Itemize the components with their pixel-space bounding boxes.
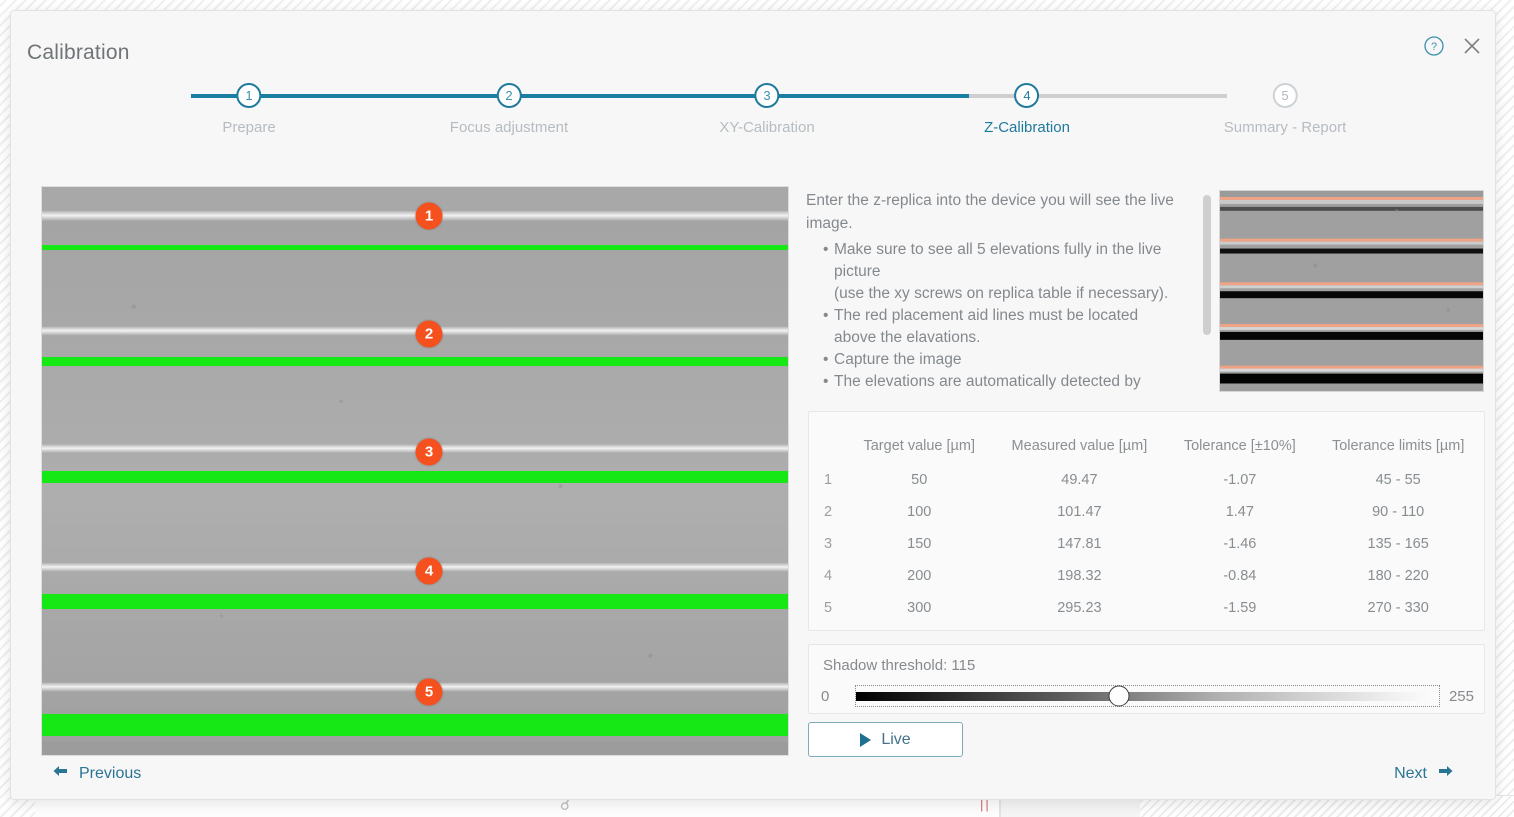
sidebar-item-focus-adjustment[interactable]: 2 Focus adjustment [450,83,568,136]
detection-line-3 [42,471,788,483]
shadow-threshold-row: 0 255 [821,685,1474,707]
calibration-stepper: 1 Prepare 2 Focus adjustment 3 XY-Calibr… [191,83,1346,143]
instructions-panel: Enter the z-replica into the device you … [806,189,1211,394]
sidebar-item-summary-report[interactable]: 5 Summary - Report [1223,83,1347,136]
detection-line-4 [42,594,788,609]
measurement-table: Target value [µm] Measured value [µm] To… [809,412,1484,624]
column-header-index [809,412,847,464]
cell-measured: 198.32 [1057,568,1102,584]
step-number-1: 1 [236,83,262,108]
table-row[interactable]: 1 50 49.47 -1.07 45 - 55 [809,464,1484,496]
cell-tolerance: 1.47 [1225,504,1254,520]
cell-target: 300 [907,600,932,616]
close-icon[interactable] [1461,35,1483,57]
slider-max-label: 255 [1448,687,1474,705]
step-label-prepare: Prepare [222,119,276,136]
page-title: Calibration [27,41,130,64]
instructions-scrollbar[interactable] [1203,195,1211,335]
live-button-label: Live [881,730,911,748]
column-header-target-value: Target value [µm] [863,438,975,454]
elevation-badge-3: 3 [415,438,443,466]
table-row[interactable]: 5 300 295.23 -1.59 270 - 330 [809,592,1484,624]
detection-line-5 [42,714,788,736]
instructions-bullet-list: Make sure to see all 5 elevations fully … [806,239,1211,394]
header-actions: ? [1423,35,1483,57]
step-number-3: 3 [754,83,780,108]
step-label-summary-report: Summary - Report [1223,119,1347,136]
column-header-measured-value: Measured value [µm] [1011,438,1148,454]
cell-measured: 147.81 [1057,536,1102,552]
cell-limits: 270 - 330 [1367,600,1429,616]
cell-limits: 90 - 110 [1372,504,1425,520]
cell-index: 1 [823,472,833,488]
sidebar-item-prepare[interactable]: 1 Prepare [222,83,276,136]
cell-tolerance: -0.84 [1223,568,1257,584]
cell-index: 4 [823,568,833,584]
next-button[interactable]: Next [1394,764,1455,783]
arrow-left-icon [51,764,69,783]
column-header-tolerance-limits: Tolerance limits [µm] [1331,438,1465,454]
cell-limits: 180 - 220 [1367,568,1429,584]
detection-line-1 [42,245,788,250]
detection-line-2 [42,357,788,366]
cell-index: 5 [823,600,833,616]
captured-image-thumbnail[interactable] [1219,190,1484,392]
shadow-threshold-slider[interactable] [855,685,1440,707]
thumbnail-canvas [1220,191,1483,391]
previous-button-label: Previous [79,764,142,782]
cell-tolerance: -1.46 [1223,536,1257,552]
cell-index: 3 [823,536,833,552]
cell-limits: 45 - 55 [1375,472,1421,488]
cell-target: 100 [907,504,932,520]
shadow-threshold-panel: Shadow threshold: 115 0 255 [808,644,1485,714]
step-number-2: 2 [496,83,522,108]
elevation-badge-1: 1 [415,202,443,230]
table-row[interactable]: 3 150 147.81 -1.46 135 - 165 [809,528,1484,560]
cell-tolerance: -1.59 [1223,600,1257,616]
step-label-focus-adjustment: Focus adjustment [449,119,569,136]
step-label-xy-calibration: XY-Calibration [719,119,815,136]
table-row[interactable]: 4 200 198.32 -0.84 180 - 220 [809,560,1484,592]
sidebar-item-z-calibration[interactable]: 4 Z-Calibration [984,83,1070,136]
next-button-label: Next [1394,764,1427,782]
calibration-dialog: Calibration ? 1 Prepare 2 Focus adjustme… [10,10,1496,800]
instruction-item-2: The red placement aid lines must be loca… [806,305,1211,349]
live-button[interactable]: Live [808,722,963,757]
step-number-4: 4 [1014,83,1040,108]
svg-text:?: ? [1431,41,1437,53]
help-circle-icon[interactable]: ? [1423,35,1445,57]
sidebar-item-xy-calibration[interactable]: 3 XY-Calibration [719,83,815,136]
slider-gradient-track [856,692,1439,701]
instructions-lead-text: Enter the z-replica into the device you … [806,192,1174,232]
cell-target: 50 [911,472,928,488]
elevation-badge-4: 4 [415,557,443,585]
instruction-item-3: Capture the image [806,349,1211,371]
cell-measured: 49.47 [1061,472,1098,488]
cell-tolerance: -1.07 [1223,472,1257,488]
slider-handle[interactable] [1108,685,1130,707]
table-header-row: Target value [µm] Measured value [µm] To… [809,412,1484,464]
column-header-tolerance: Tolerance [±10%] [1183,438,1296,454]
cell-index: 2 [823,504,833,520]
instruction-item-4: The elevations are automatically detecte… [806,371,1211,394]
arrow-right-icon [1437,764,1455,783]
step-label-z-calibration: Z-Calibration [984,119,1070,136]
cell-target: 150 [907,536,932,552]
elevation-badge-2: 2 [415,320,443,348]
shadow-threshold-label: Shadow threshold: 115 [823,657,976,674]
play-icon [860,732,872,747]
measurement-table-panel: Target value [µm] Measured value [µm] To… [808,411,1485,631]
cell-measured: 295.23 [1057,600,1102,616]
step-number-5: 5 [1272,83,1298,108]
elevation-badge-5: 5 [415,678,443,706]
instruction-item-1: Make sure to see all 5 elevations fully … [806,239,1211,305]
cell-limits: 135 - 165 [1367,536,1429,552]
table-row[interactable]: 2 100 101.47 1.47 90 - 110 [809,496,1484,528]
cell-measured: 101.47 [1057,504,1102,520]
slider-min-label: 0 [821,687,830,705]
previous-button[interactable]: Previous [51,764,141,783]
cell-target: 200 [907,568,932,584]
live-image-view[interactable]: 1 2 3 4 5 [41,186,789,756]
